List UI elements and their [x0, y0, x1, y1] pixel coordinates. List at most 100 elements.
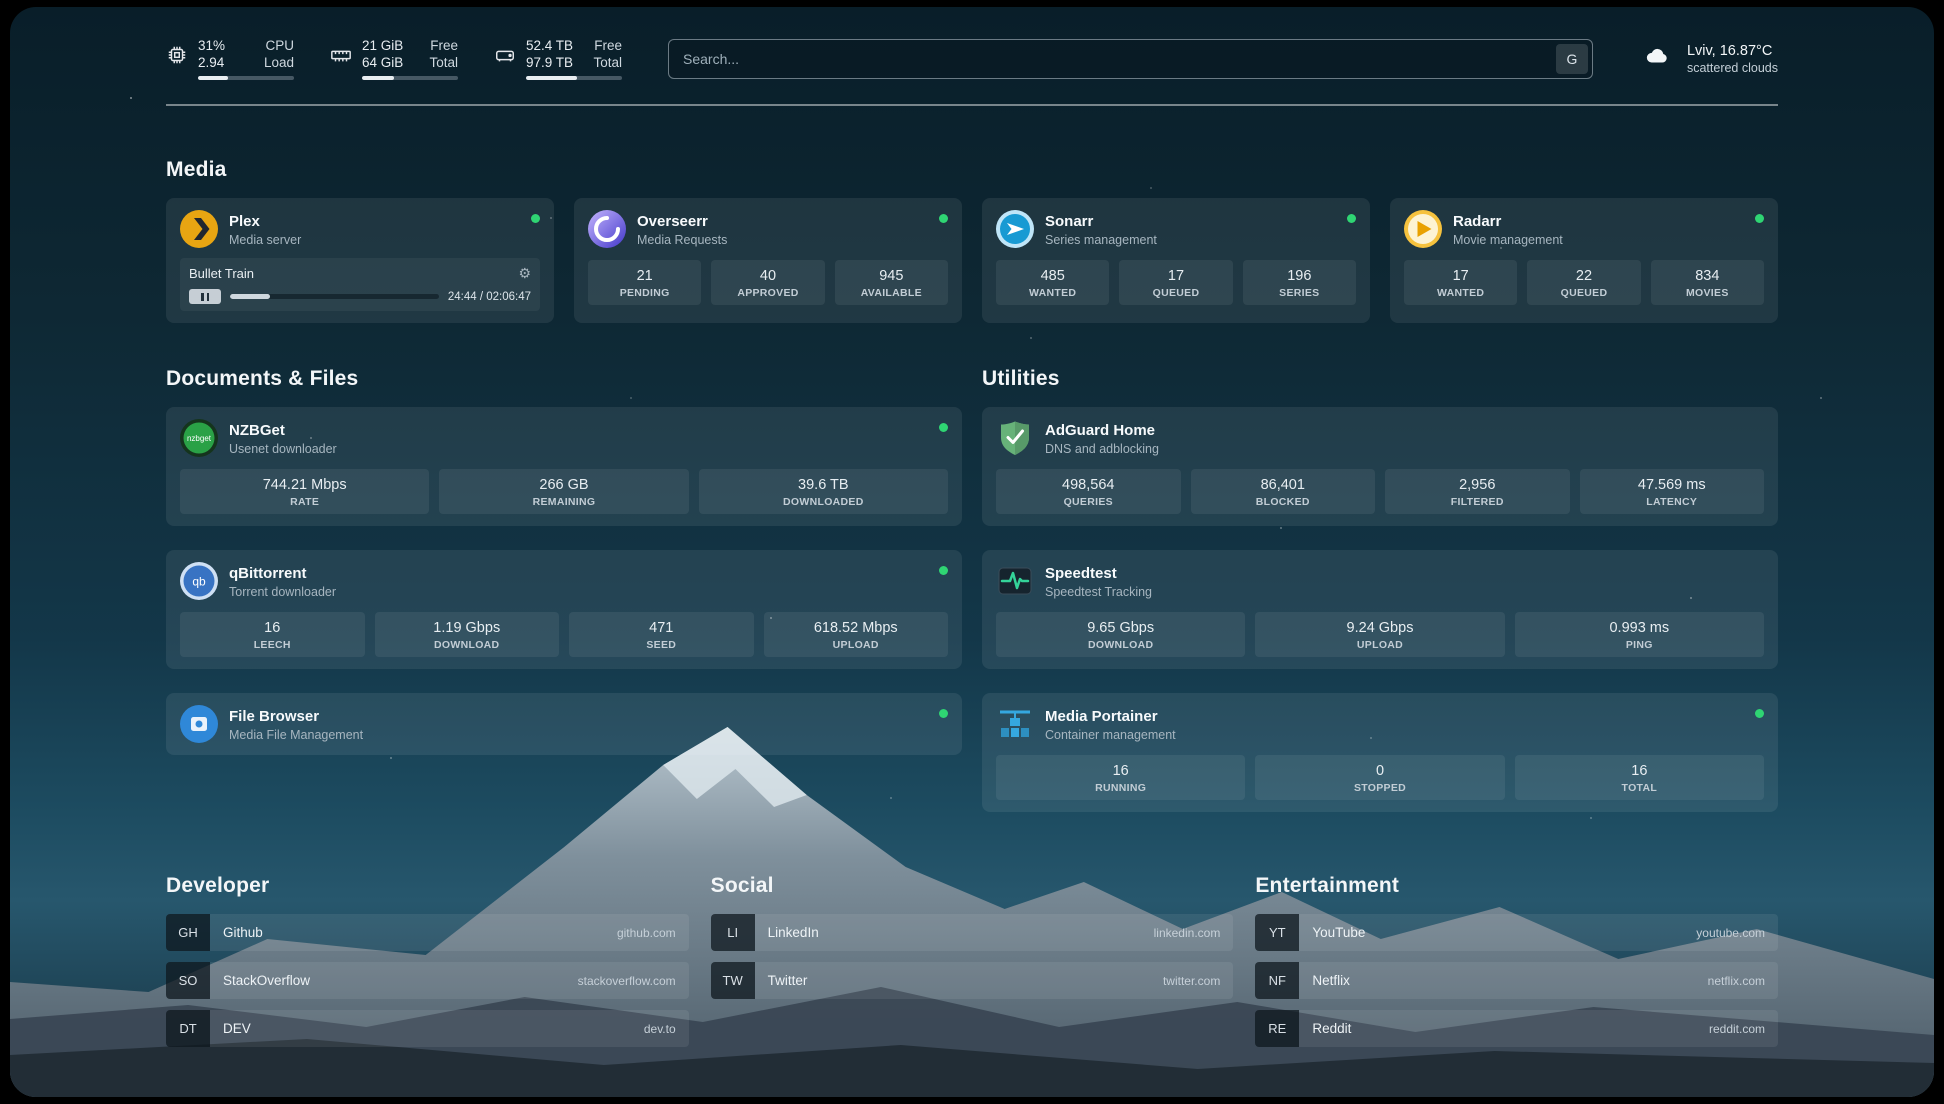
service-card-overseerr[interactable]: Overseerr Media Requests 21PENDING 40APP…	[574, 198, 962, 323]
stat-box: 16RUNNING	[996, 755, 1245, 800]
service-card-portainer[interactable]: Media Portainer Container management 16R…	[982, 693, 1778, 812]
ram-icon	[330, 44, 352, 74]
bookmark-name: YouTube	[1312, 925, 1365, 940]
bookmark-abbr: DT	[166, 1010, 210, 1047]
stat-value: 618.52 Mbps	[768, 619, 945, 637]
service-name: Sonarr	[1045, 212, 1157, 231]
stat-box: 9.65 GbpsDOWNLOAD	[996, 612, 1245, 657]
bookmark-row-stackoverflow[interactable]: SO StackOverflow stackoverflow.com	[166, 962, 689, 999]
filebrowser-icon	[180, 705, 218, 743]
service-card-adguard[interactable]: AdGuard Home DNS and adblocking 498,564Q…	[982, 407, 1778, 526]
dashboard-window: 31%CPU 2.94Load 21 GiBFree 64 Gi	[10, 7, 1934, 1097]
bookmark-name: Github	[223, 925, 263, 940]
stat-box: 86,401BLOCKED	[1191, 469, 1376, 514]
cpu-load-value: 2.94	[198, 54, 224, 71]
disk-usage-bar	[526, 76, 622, 80]
bookmark-row-netflix[interactable]: NF Netflix netflix.com	[1255, 962, 1778, 999]
stat-value: 498,564	[1000, 476, 1177, 494]
section-documents: Documents & Files nzbget NZBGet Usenet d…	[166, 367, 962, 812]
stat-box: 834MOVIES	[1651, 260, 1764, 305]
cpu-label: CPU	[265, 37, 294, 54]
stat-box: 485 WANTED	[996, 260, 1109, 305]
section-title-utilities: Utilities	[982, 367, 1778, 391]
service-card-nzbget[interactable]: nzbget NZBGet Usenet downloader 744.21 M…	[166, 407, 962, 526]
stat-label: MOVIES	[1655, 287, 1760, 299]
top-bar: 31%CPU 2.94Load 21 GiBFree 64 Gi	[166, 7, 1778, 80]
stat-label: SEED	[573, 639, 750, 651]
stat-label: WANTED	[1000, 287, 1105, 299]
stat-value: 9.24 Gbps	[1259, 619, 1500, 637]
bookmark-name: Reddit	[1312, 1021, 1351, 1036]
disk-icon	[494, 44, 516, 74]
bookmark-row-dev[interactable]: DT DEV dev.to	[166, 1010, 689, 1047]
service-card-qbittorrent[interactable]: qb qBittorrent Torrent downloader 16LEEC…	[166, 550, 962, 669]
system-stat-cpu: 31%CPU 2.94Load	[166, 37, 294, 80]
bookmark-abbr: SO	[166, 962, 210, 999]
bookmark-row-reddit[interactable]: RE Reddit reddit.com	[1255, 1010, 1778, 1047]
search-input[interactable]	[668, 39, 1593, 79]
weather-widget[interactable]: Lviv, 16.87°C scattered clouds	[1639, 43, 1778, 75]
stat-box: 16LEECH	[180, 612, 365, 657]
stat-value: 21	[592, 267, 697, 285]
bookmark-url: twitter.com	[1163, 974, 1220, 988]
service-card-sonarr[interactable]: Sonarr Series management 485WANTED 17QUE…	[982, 198, 1370, 323]
service-desc: Series management	[1045, 233, 1157, 247]
weather-location: Lviv, 16.87°C	[1687, 43, 1778, 59]
bookmark-group-social: Social LI LinkedIn linkedin.com TW Twitt…	[711, 874, 1234, 1058]
plex-icon	[180, 210, 218, 248]
stat-box: 266 GBREMAINING	[439, 469, 688, 514]
stat-label: LEECH	[184, 639, 361, 651]
service-name: Plex	[229, 212, 301, 231]
bookmark-row-youtube[interactable]: YT YouTube youtube.com	[1255, 914, 1778, 951]
stat-value: 485	[1000, 267, 1105, 285]
stat-label: FILTERED	[1389, 496, 1566, 508]
service-card-filebrowser[interactable]: File Browser Media File Management	[166, 693, 962, 755]
stat-box: 471 SEED	[569, 612, 754, 657]
status-dot	[531, 214, 540, 223]
bookmark-url: dev.to	[644, 1022, 676, 1036]
cpu-icon	[166, 44, 188, 74]
playback-progress-bar[interactable]	[230, 294, 439, 299]
stat-value: 47.569 ms	[1584, 476, 1761, 494]
stat-value: 471	[573, 619, 750, 637]
ram-usage-bar	[362, 76, 458, 80]
search-provider-button[interactable]: G	[1556, 44, 1588, 74]
service-card-speedtest[interactable]: Speedtest Speedtest Tracking 9.65 GbpsDO…	[982, 550, 1778, 669]
bookmark-row-linkedin[interactable]: LI LinkedIn linkedin.com	[711, 914, 1234, 951]
bookmark-row-twitter[interactable]: TW Twitter twitter.com	[711, 962, 1234, 999]
stat-value: 0.993 ms	[1519, 619, 1760, 637]
stat-box: 39.6 TBDOWNLOADED	[699, 469, 948, 514]
stat-label: WANTED	[1408, 287, 1513, 299]
bookmark-url: linkedin.com	[1154, 926, 1221, 940]
stat-value: 0	[1259, 762, 1500, 780]
overseerr-icon	[588, 210, 626, 248]
stat-value: 196	[1247, 267, 1352, 285]
service-desc: Torrent downloader	[229, 585, 336, 599]
section-media: Media Plex Media server	[166, 158, 1778, 323]
bookmark-group-title: Developer	[166, 874, 689, 898]
snow-specks	[130, 97, 132, 99]
stat-value: 22	[1531, 267, 1636, 285]
stat-value: 744.21 Mbps	[184, 476, 425, 494]
service-desc: Media server	[229, 233, 301, 247]
stat-box: 945AVAILABLE	[835, 260, 948, 305]
stat-box: 0 STOPPED	[1255, 755, 1504, 800]
playback-time: 24:44 / 02:06:47	[448, 291, 531, 303]
stat-label: APPROVED	[715, 287, 820, 299]
settings-gear-icon[interactable]: ⚙	[518, 265, 531, 282]
stat-label: RATE	[184, 496, 425, 508]
bookmark-name: LinkedIn	[768, 925, 819, 940]
stat-box: 498,564QUERIES	[996, 469, 1181, 514]
adguard-icon	[996, 419, 1034, 457]
stat-label: RUNNING	[1000, 782, 1241, 794]
search-bar: G	[668, 39, 1593, 79]
bookmark-row-github[interactable]: GH Github github.com	[166, 914, 689, 951]
service-card-plex[interactable]: Plex Media server Bullet Train ⚙	[166, 198, 554, 323]
pause-button[interactable]	[189, 289, 221, 304]
service-name: Speedtest	[1045, 564, 1152, 583]
bookmark-abbr: RE	[1255, 1010, 1299, 1047]
stat-label: STOPPED	[1259, 782, 1500, 794]
stat-value: 2,956	[1389, 476, 1566, 494]
bookmark-url: netflix.com	[1708, 974, 1765, 988]
service-card-radarr[interactable]: Radarr Movie management 17WANTED 22QUEUE…	[1390, 198, 1778, 323]
